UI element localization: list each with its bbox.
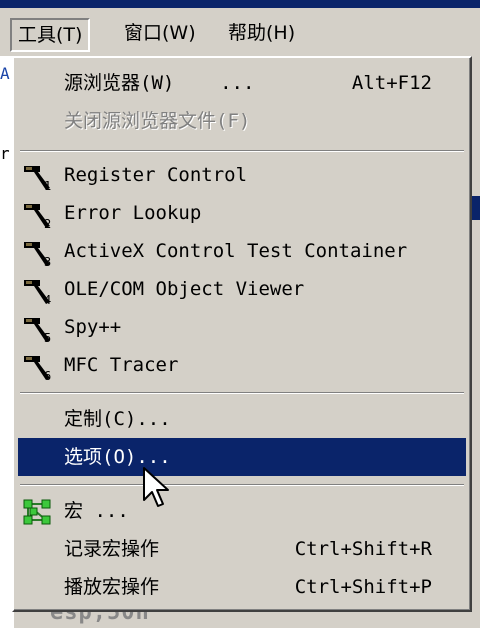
hammer-icon: 1 [24, 166, 51, 192]
menu-item-label: 定制(C)... [64, 408, 171, 430]
menu-bar: 工具(T) 窗口(W) 帮助(H) [0, 8, 480, 56]
menu-item-label: OLE/COM Object Viewer [64, 278, 305, 300]
hammer-icon: 3 [24, 242, 51, 268]
hammer-icon: 2 [24, 204, 51, 230]
menu-item-label: ActiveX Control Test Container [64, 240, 408, 262]
menu-item-customize[interactable]: 定制(C)... [18, 400, 466, 438]
menu-item-shortcut: Ctrl+Shift+R [294, 538, 432, 560]
menu-item-close-source-browser-file: 关闭源浏览器文件(F) [18, 102, 466, 140]
menu-item-register-control[interactable]: 1 Register Control [18, 156, 466, 194]
background-text-fragment: r [0, 144, 10, 163]
hammer-icon: 6 [24, 356, 51, 382]
menu-item-error-lookup[interactable]: 2 Error Lookup [18, 194, 466, 232]
menu-item-label: 记录宏操作 [64, 538, 160, 560]
menu-item-record-macro[interactable]: 记录宏操作 Ctrl+Shift+R [18, 530, 466, 568]
menu-item-label: 源浏览器(W) ... [64, 72, 255, 94]
menu-item-spy-plus-plus[interactable]: 5 Spy++ [18, 308, 466, 346]
menu-item-options[interactable]: 选项(O)... [18, 438, 466, 476]
menu-item-macro[interactable]: 宏 ... [18, 492, 466, 530]
mouse-pointer-icon [143, 467, 169, 507]
hammer-icon: 5 [24, 318, 51, 344]
menu-item-mfc-tracer[interactable]: 6 MFC Tracer [18, 346, 466, 384]
menu-item-label: MFC Tracer [64, 354, 179, 376]
menu-tools[interactable]: 工具(T) [10, 18, 91, 52]
menu-item-label: Error Lookup [64, 202, 202, 224]
menu-separator [20, 150, 464, 152]
hammer-number: 3 [44, 255, 51, 268]
menu-separator [20, 392, 464, 394]
hammer-number: 6 [44, 369, 51, 382]
menu-window[interactable]: 窗口(W) [118, 18, 202, 48]
window-title-strip [0, 0, 480, 8]
menu-item-shortcut: Ctrl+Shift+P [294, 576, 432, 598]
menu-item-source-browser[interactable]: 源浏览器(W) ... Alt+F12 [18, 64, 466, 102]
macro-icon [23, 499, 51, 525]
menu-separator [20, 484, 464, 486]
background-link-fragment: A [0, 64, 10, 83]
menu-item-label: Register Control [64, 164, 248, 186]
menu-help[interactable]: 帮助(H) [222, 18, 301, 48]
menu-item-label: 宏 ... [64, 500, 129, 522]
menu-item-label: 播放宏操作 [64, 576, 160, 598]
hammer-number: 2 [44, 217, 51, 230]
menu-item-ole-com-object-viewer[interactable]: 4 OLE/COM Object Viewer [18, 270, 466, 308]
hammer-number: 5 [44, 331, 51, 344]
menu-item-label: 关闭源浏览器文件(F) [64, 110, 251, 132]
menu-item-label: Spy++ [64, 316, 122, 338]
hammer-number: 4 [44, 293, 51, 306]
menu-item-shortcut: Alt+F12 [351, 72, 432, 94]
hammer-number: 1 [44, 179, 51, 192]
menu-item-play-macro[interactable]: 播放宏操作 Ctrl+Shift+P [18, 568, 466, 606]
hammer-icon: 4 [24, 280, 51, 306]
menu-item-activex-control-test-container[interactable]: 3 ActiveX Control Test Container [18, 232, 466, 270]
tools-dropdown-menu: 源浏览器(W) ... Alt+F12 关闭源浏览器文件(F) 1 Regist… [12, 56, 472, 612]
